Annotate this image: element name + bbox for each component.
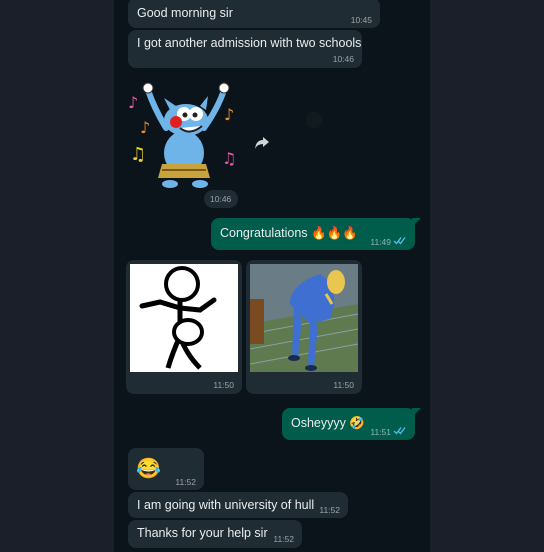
image-message[interactable]: 11:50 <box>246 260 362 394</box>
message-text: Oshеyyyy 🤣 <box>291 416 365 430</box>
message-time: 11:51 <box>370 427 391 437</box>
message-time: 11:50 <box>213 380 234 390</box>
sticker-time-badge: 10:46 <box>204 190 238 208</box>
dancing-cat-sticker[interactable]: ♪ ♪ ♫ ♪ ♫ <box>126 78 244 190</box>
cartoon-bending-image[interactable] <box>250 264 358 372</box>
bubble-tail <box>412 218 421 227</box>
outgoing-message[interactable]: Congratulations 🔥🔥🔥 11:49 <box>211 218 421 250</box>
read-ticks-icon <box>393 427 406 435</box>
svg-text:♫: ♫ <box>130 144 146 165</box>
read-ticks-icon <box>393 237 406 245</box>
incoming-message[interactable]: I got another admission with two schools… <box>128 30 362 68</box>
message-text: 😂 <box>136 458 161 480</box>
incoming-message[interactable]: I am going with university of hull 11:52 <box>128 492 348 518</box>
forward-icon[interactable] <box>254 136 270 155</box>
svg-text:♫: ♫ <box>222 149 236 168</box>
incoming-message[interactable]: 😂 11:52 <box>128 448 204 490</box>
message-time: 11:52 <box>175 477 196 487</box>
message-text: I got another admission with two schools <box>137 36 362 50</box>
image-message[interactable]: 11:50 <box>126 260 242 394</box>
bubble-tail <box>412 408 421 417</box>
message-time: 10:46 <box>210 194 232 204</box>
message-text: Good morning sir <box>137 6 233 20</box>
message-time: 11:52 <box>273 534 294 544</box>
message-time: 11:49 <box>370 237 391 247</box>
message-time: 10:46 <box>332 54 354 64</box>
incoming-message[interactable]: Good morning sir 10:45 <box>128 0 380 28</box>
outgoing-message[interactable]: Oshеyyyy 🤣 11:51 <box>282 408 421 440</box>
message-text: Congratulations 🔥🔥🔥 <box>220 226 358 240</box>
incoming-message[interactable]: Thanks for your help sir 11:52 <box>128 520 302 548</box>
svg-text:♪: ♪ <box>224 105 234 124</box>
stick-figure-image[interactable] <box>130 264 238 372</box>
message-time: 10:45 <box>350 15 372 25</box>
message-time: 11:50 <box>333 380 354 390</box>
message-text: Thanks for your help sir <box>137 526 268 540</box>
message-text: I am going with university of hull <box>137 498 315 512</box>
svg-text:♪: ♪ <box>128 93 138 112</box>
message-time: 11:52 <box>319 505 340 515</box>
svg-text:♪: ♪ <box>140 118 150 137</box>
chat-area: Good morning sir 10:45 I got another adm… <box>114 0 430 552</box>
